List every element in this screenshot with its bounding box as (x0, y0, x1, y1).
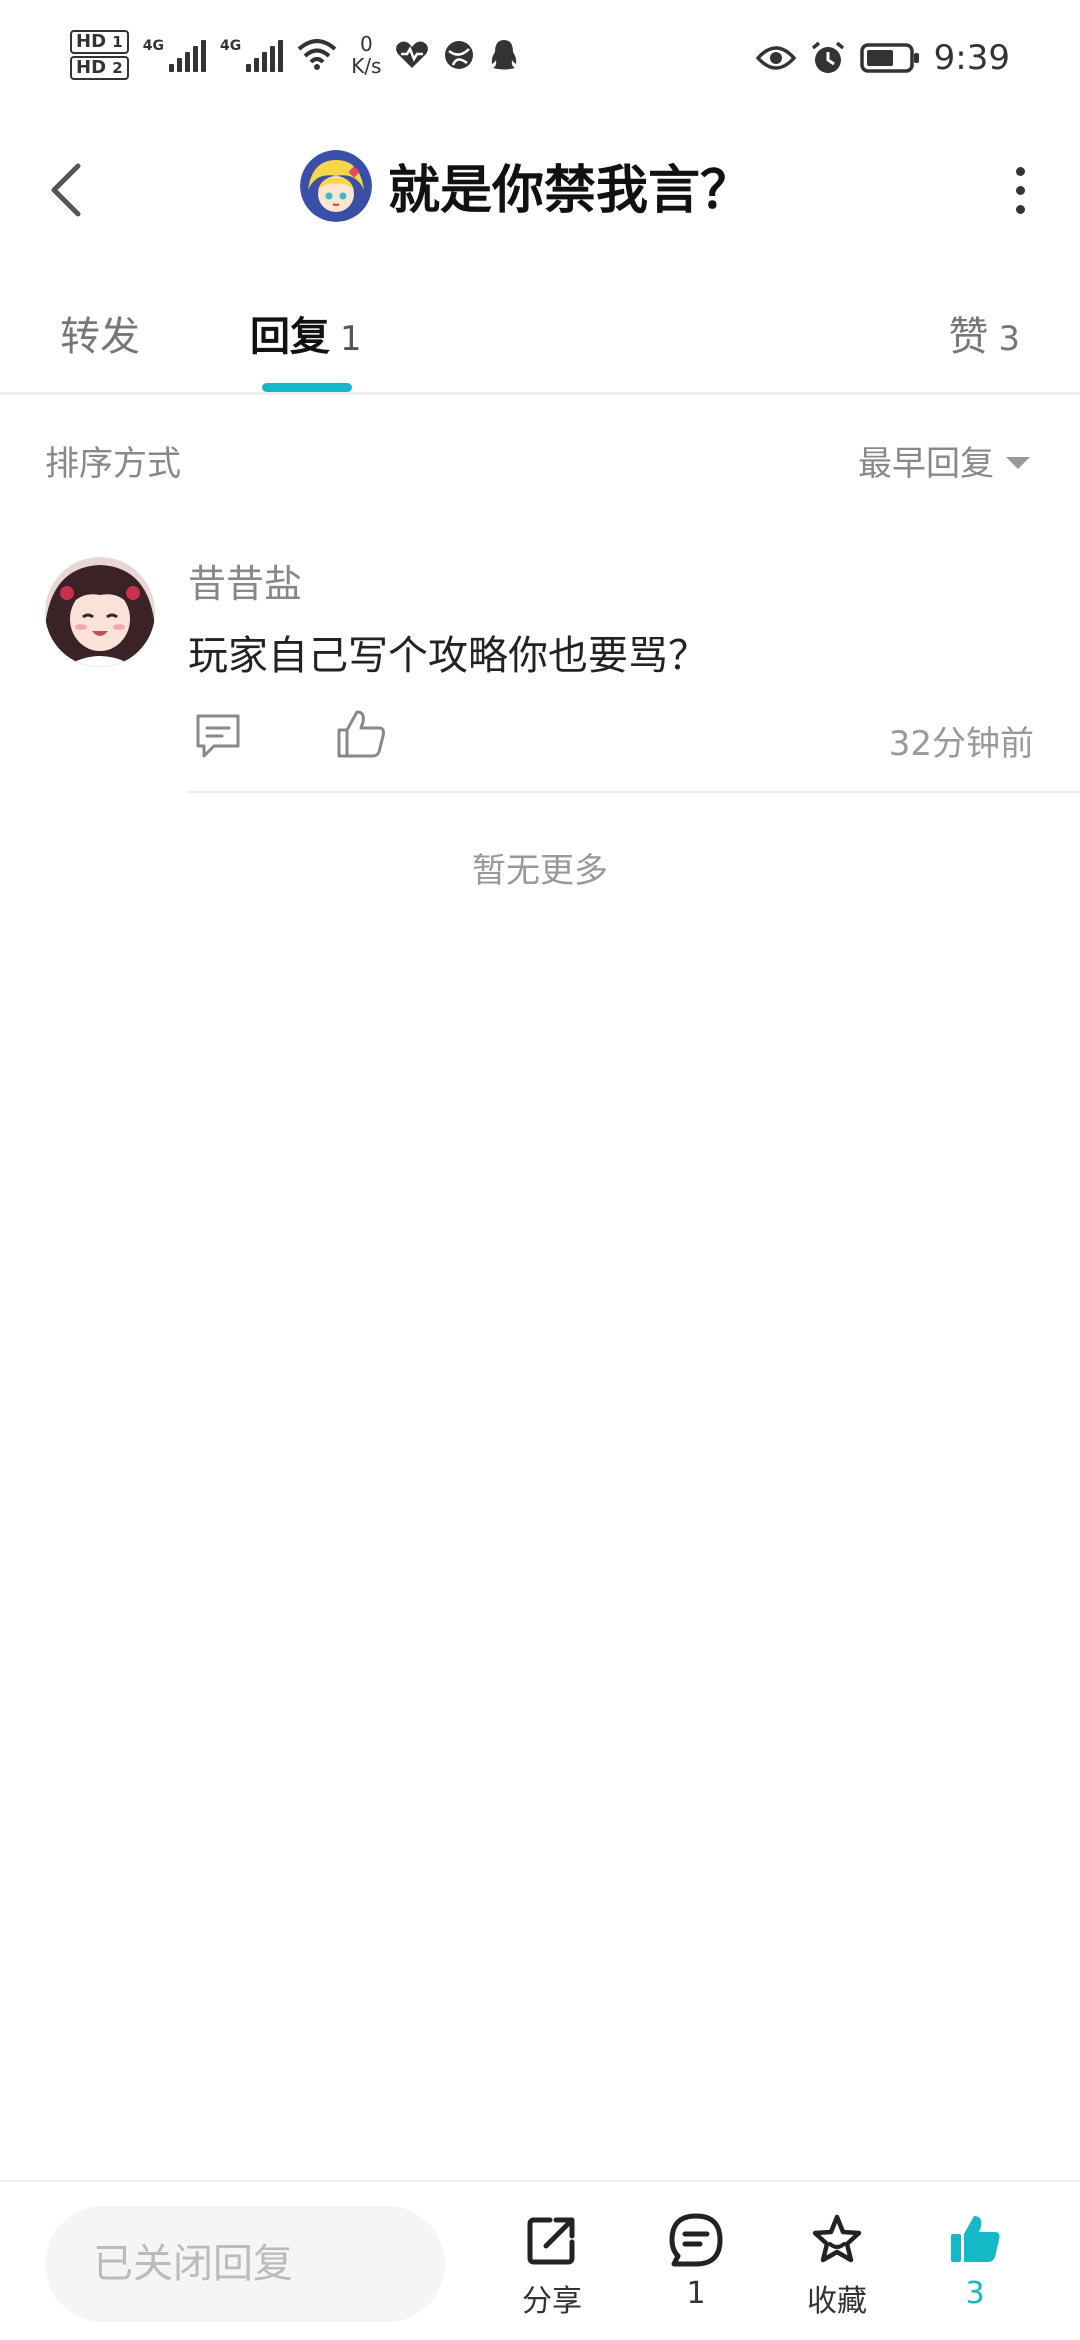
favorite-label: 收藏 (807, 2284, 867, 2319)
reply-actions: 32分钟前 (188, 710, 1048, 770)
page-title: 就是你禁我言？ (388, 161, 753, 221)
author-avatar-icon (300, 149, 372, 222)
thumbs-up-icon (337, 710, 385, 758)
reply-timestamp: 32分钟前 (888, 724, 1034, 764)
network-speed: 0 K/s (351, 32, 382, 78)
signal-icon-1: 4G (143, 38, 206, 72)
status-right: 9:39 (755, 38, 1010, 78)
status-left: HD 1 HD 2 4G 4G 0 K/s (70, 30, 519, 80)
network-type-2: 4G (219, 38, 242, 54)
active-tab-indicator (262, 383, 352, 392)
user-avatar-icon (45, 557, 155, 667)
hd1-badge: HD 1 (70, 30, 129, 54)
share-icon (527, 2217, 575, 2265)
wifi-icon (297, 39, 337, 70)
signal-icon-2: 4G (219, 38, 284, 72)
network-type-1: 4G (142, 38, 164, 54)
title-group: 就是你禁我言？ (300, 148, 752, 223)
more-options-button[interactable] (990, 158, 1050, 222)
sort-row: 排序方式 最早回复 (0, 430, 1080, 490)
bottom-action-bar: 分享 1 收藏 3 (0, 2180, 1080, 2340)
health-icon (396, 41, 429, 68)
tab-like-label: 赞 (948, 314, 989, 360)
reply-page: HD 1 HD 2 4G 4G 0 K/s 9:39 就是你禁我言？ 转发 回复… (0, 0, 1080, 2340)
battery-icon (859, 43, 919, 73)
star-icon (812, 2214, 862, 2263)
author-avatar[interactable] (300, 149, 372, 222)
alarm-icon (811, 41, 844, 73)
eye-icon (755, 46, 796, 70)
reply-content: 玩家自己写个攻略你也要骂？ (188, 633, 708, 679)
reply-item: 昔昔盐 玩家自己写个攻略你也要骂？ 32分钟前 (0, 545, 1080, 795)
reply-avatar[interactable] (45, 557, 155, 667)
status-bar: HD 1 HD 2 4G 4G 0 K/s 9:39 (0, 0, 1080, 120)
comment-count: 1 (686, 2276, 706, 2311)
caret-down-icon (1006, 456, 1030, 469)
sort-dropdown[interactable]: 最早回复 (858, 436, 1030, 485)
tab-bar: 转发 回复 1 赞 3 (0, 280, 1080, 395)
tab-reply[interactable]: 回复 1 (250, 304, 362, 362)
top-app-bar: 就是你禁我言？ (0, 130, 1080, 250)
comment-button[interactable]: 1 (641, 2212, 751, 2332)
reply-input[interactable] (45, 2206, 445, 2322)
divider (188, 791, 1080, 793)
tab-forward[interactable]: 转发 (60, 304, 140, 362)
reply-like-button[interactable] (333, 706, 389, 762)
no-more-text: 暂无更多 (472, 851, 608, 891)
hd-indicators: HD 1 HD 2 (70, 30, 129, 80)
tab-reply-label: 回复 (250, 314, 330, 360)
sort-label: 排序方式 (45, 444, 181, 484)
reply-username[interactable]: 昔昔盐 (188, 553, 302, 608)
comment-icon (196, 714, 240, 758)
tab-forward-label: 转发 (60, 314, 140, 360)
tab-like-count: 3 (998, 319, 1020, 359)
tab-like[interactable]: 赞 3 (948, 304, 1020, 362)
like-button[interactable]: 3 (920, 2212, 1030, 2332)
favorite-button[interactable]: 收藏 (782, 2212, 892, 2332)
share-label: 分享 (522, 2284, 582, 2319)
comment-bubble-icon (669, 2213, 723, 2267)
chevron-left-icon (51, 163, 81, 217)
sort-selected-value: 最早回复 (858, 444, 994, 484)
qq-icon (492, 40, 517, 70)
like-count: 3 (965, 2276, 985, 2311)
hd2-badge: HD 2 (70, 56, 129, 80)
thumbs-up-filled-icon (951, 2216, 1000, 2262)
browser-icon (445, 41, 474, 69)
tab-reply-count: 1 (340, 319, 362, 359)
reply-comment-button[interactable] (192, 710, 244, 762)
share-button[interactable]: 分享 (497, 2212, 607, 2332)
more-vertical-icon (1015, 166, 1025, 176)
clock: 9:39 (933, 38, 1010, 78)
back-button[interactable] (36, 158, 96, 222)
